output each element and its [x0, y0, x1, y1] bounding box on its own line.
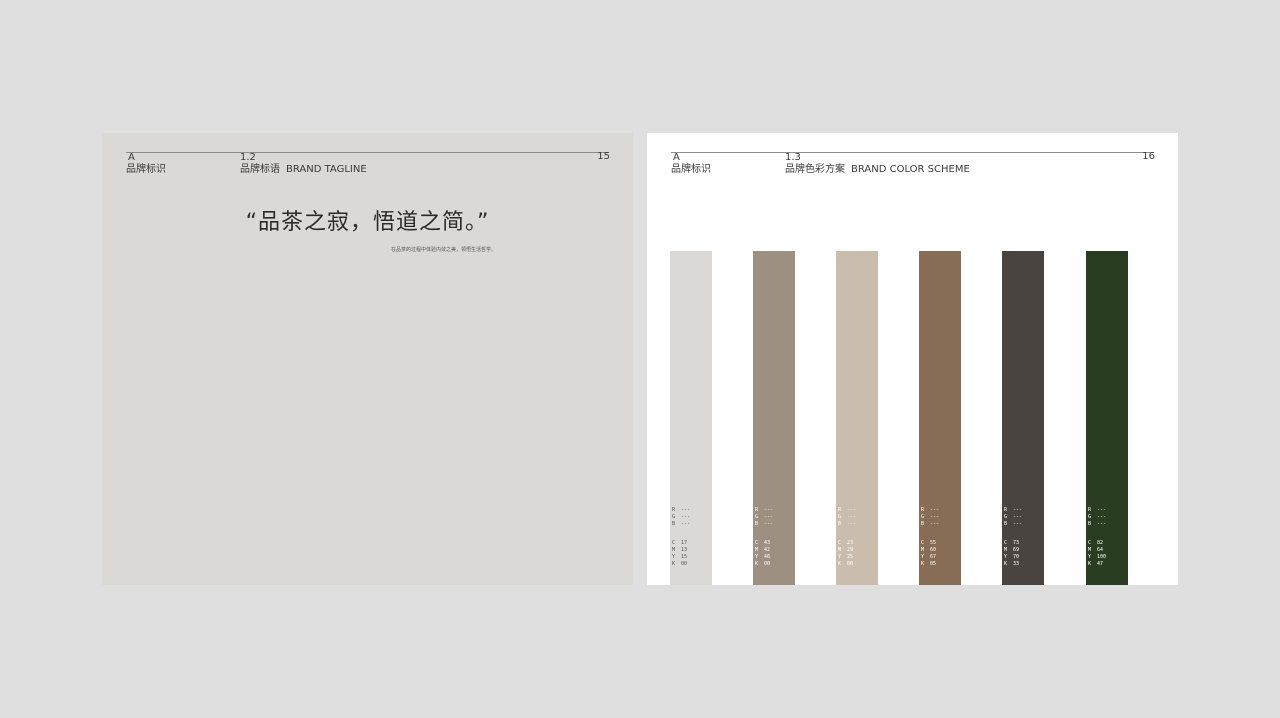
k-value: 00 [847, 561, 854, 567]
page-number: 15 [597, 151, 610, 162]
subsection-title-en: BRAND TAGLINE [286, 164, 367, 175]
page-brand-color-scheme: A 品牌标识 1.3 品牌色彩方案 BRAND COLOR SCHEME 16 R… [647, 133, 1178, 585]
rgb-values: R --- G --- B --- [755, 507, 774, 527]
g-value: --- [681, 514, 691, 520]
section-letter: A [673, 152, 680, 163]
y-value: 70 [1013, 554, 1020, 560]
section-name: 品牌标识 [126, 164, 166, 175]
subsection-title: 品牌色彩方案 BRAND COLOR SCHEME [785, 164, 970, 176]
cmyk-values: C 73 M 69 Y 70 K 33 [1004, 540, 1020, 567]
rgb-values: R --- G --- B --- [838, 507, 857, 527]
k-value: 33 [1013, 561, 1020, 567]
k-value: 05 [930, 561, 937, 567]
m-value: 13 [681, 547, 688, 553]
r-value: --- [681, 507, 691, 513]
section-name: 品牌标识 [671, 164, 711, 175]
cmyk-values: C 17 M 13 Y 15 K 00 [672, 540, 688, 567]
g-value: --- [764, 514, 774, 520]
m-value: 69 [1013, 547, 1020, 553]
y-value: 46 [764, 554, 771, 560]
header-rule [126, 152, 609, 153]
color-swatch: R --- G --- B --- C 82 M 64 Y 100 K 47 [1086, 251, 1128, 585]
y-value: 15 [681, 554, 688, 560]
g-value: --- [930, 514, 940, 520]
g-value: --- [1097, 514, 1107, 520]
rgb-values: R --- G --- B --- [672, 507, 691, 527]
color-swatch: R --- G --- B --- C 23 M 29 Y 25 K 00 [836, 251, 878, 585]
b-value: --- [1013, 521, 1023, 527]
y-value: 25 [847, 554, 854, 560]
y-value: 67 [930, 554, 937, 560]
cmyk-values: C 43 M 42 Y 46 K 00 [755, 540, 771, 567]
m-value: 64 [1097, 547, 1104, 553]
c-value: 73 [1013, 540, 1020, 546]
b-value: --- [681, 521, 691, 527]
rgb-values: R --- G --- B --- [921, 507, 940, 527]
subsection-number: 1.3 [785, 152, 801, 163]
r-value: --- [764, 507, 774, 513]
g-value: --- [847, 514, 857, 520]
r-value: --- [847, 507, 857, 513]
subsection-title-cn: 品牌色彩方案 [785, 164, 845, 175]
tagline-description: 在品茶的过程中体验内敛之美，领悟生活哲学。 [391, 247, 497, 253]
c-value: 82 [1097, 540, 1104, 546]
page-number: 16 [1142, 151, 1155, 162]
b-value: --- [1097, 521, 1107, 527]
color-swatch: R --- G --- B --- C 55 M 60 Y 67 K 05 [919, 251, 961, 585]
k-value: 47 [1097, 561, 1104, 567]
cmyk-values: C 55 M 60 Y 67 K 05 [921, 540, 937, 567]
b-value: --- [847, 521, 857, 527]
color-swatch: R --- G --- B --- C 43 M 42 Y 46 K 00 [753, 251, 795, 585]
c-value: 17 [681, 540, 688, 546]
rgb-values: R --- G --- B --- [1004, 507, 1023, 527]
c-value: 43 [764, 540, 771, 546]
m-value: 42 [764, 547, 771, 553]
b-value: --- [764, 521, 774, 527]
cmyk-values: C 23 M 29 Y 25 K 00 [838, 540, 854, 567]
k-value: 00 [764, 561, 771, 567]
brand-tagline: “品茶之寂，悟道之简。” [245, 210, 490, 235]
header-rule [671, 152, 1154, 153]
color-swatch: R --- G --- B --- C 73 M 69 Y 70 K 33 [1002, 251, 1044, 585]
subsection-title-en: BRAND COLOR SCHEME [851, 164, 970, 175]
g-value: --- [1013, 514, 1023, 520]
subsection-title: 品牌标语 BRAND TAGLINE [240, 164, 367, 176]
m-value: 29 [847, 547, 854, 553]
c-value: 23 [847, 540, 854, 546]
page-brand-tagline: A 品牌标识 1.2 品牌标语 BRAND TAGLINE 15 “品茶之寂，悟道… [102, 133, 633, 585]
subsection-title-cn: 品牌标语 [240, 164, 280, 175]
r-value: --- [1097, 507, 1107, 513]
cmyk-values: C 82 M 64 Y 100 K 47 [1088, 540, 1107, 567]
r-value: --- [930, 507, 940, 513]
section-letter: A [128, 152, 135, 163]
subsection-number: 1.2 [240, 152, 256, 163]
color-swatch: R --- G --- B --- C 17 M 13 Y 15 K 00 [670, 251, 712, 585]
k-value: 00 [681, 561, 688, 567]
r-value: --- [1013, 507, 1023, 513]
y-value: 100 [1097, 554, 1107, 560]
c-value: 55 [930, 540, 937, 546]
b-value: --- [930, 521, 940, 527]
m-value: 60 [930, 547, 937, 553]
rgb-values: R --- G --- B --- [1088, 507, 1107, 527]
